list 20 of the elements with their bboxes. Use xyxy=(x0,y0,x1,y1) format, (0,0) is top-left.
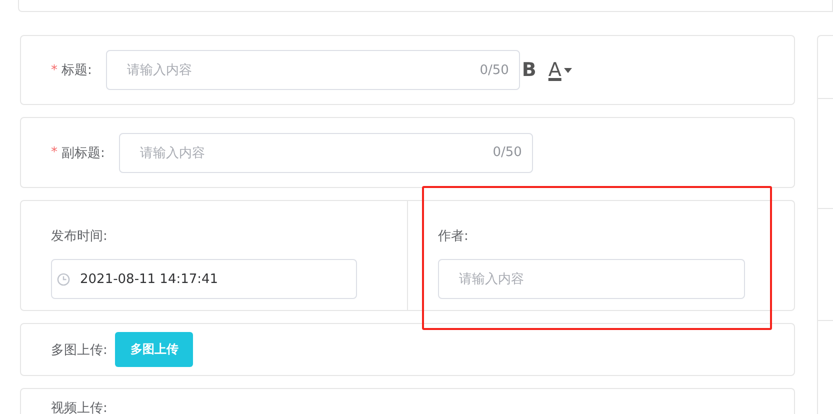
clock-icon xyxy=(57,272,70,286)
field-label: 多图上传: xyxy=(51,342,108,358)
subtitle-input[interactable]: 请输入内容 0/50 xyxy=(118,132,533,172)
upload-button[interactable]: 多图上传 xyxy=(115,332,194,367)
required-mark: * xyxy=(51,62,58,78)
char-counter: 0/50 xyxy=(480,62,509,78)
field-label: 发布时间: xyxy=(51,228,108,245)
date-value: 2021-08-11 14:17:41 xyxy=(80,272,218,286)
required-mark: * xyxy=(51,145,58,160)
bold-tool[interactable]: B xyxy=(522,59,536,81)
author-input[interactable]: 请输入内容 xyxy=(438,259,745,299)
font-color-tool[interactable]: A xyxy=(548,59,562,81)
field-label: 作者: xyxy=(438,228,470,245)
field-label: 视频上传: xyxy=(51,400,108,414)
title-input[interactable]: 请输入内容 0/50 xyxy=(106,50,520,90)
caret-icon[interactable] xyxy=(564,68,572,72)
field-label: 副标题: xyxy=(62,144,105,162)
date-field[interactable]: 2021-08-11 14:17:41 xyxy=(51,259,357,299)
char-counter: 0/50 xyxy=(492,145,522,160)
field-label: 标题: xyxy=(62,62,92,79)
